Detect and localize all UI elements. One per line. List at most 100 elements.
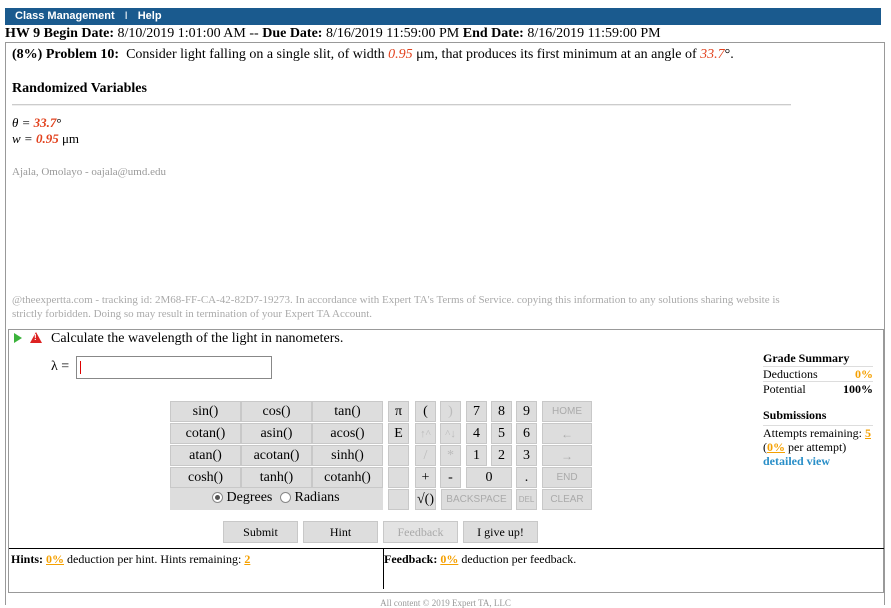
calc-acos-button[interactable]: acos() [312, 423, 383, 444]
calc-up-button[interactable]: ↑^ [415, 423, 436, 444]
expand-arrow-icon[interactable] [14, 333, 22, 343]
submit-button[interactable]: Submit [223, 521, 298, 543]
degrees-label: Degrees [226, 490, 273, 505]
calc-cotanh-button[interactable]: cotanh() [312, 467, 383, 488]
potential-label: Potential [763, 382, 806, 396]
nav-class-management[interactable]: Class Management [15, 8, 115, 25]
calc-backspace-button[interactable]: BACKSPACE [441, 489, 512, 510]
calc-clear-button[interactable]: CLEAR [542, 489, 592, 510]
calc-digit-3[interactable]: 3 [516, 445, 537, 466]
calc-digit-1[interactable]: 1 [466, 445, 487, 466]
theta-variable: θ = 33.7° [12, 115, 62, 131]
theta-unit: ° [56, 115, 62, 130]
degrees-option[interactable]: Degrees [212, 488, 272, 508]
angle-mode-row: Degrees Radians [170, 488, 383, 510]
hints-pct: 0% [46, 552, 65, 566]
assignment-dates: HW 9 Begin Date: 8/10/2019 1:01:00 AM --… [5, 26, 881, 42]
calc-tan-button[interactable]: tan() [312, 401, 383, 422]
hw-begin-label: HW 9 Begin Date: [5, 26, 115, 41]
calc-sinh-button[interactable]: sinh() [312, 445, 383, 466]
calc-digit-5[interactable]: 5 [491, 423, 512, 444]
feedback-label: Feedback: [384, 552, 438, 566]
w-variable: w = 0.95 μm [12, 131, 79, 147]
attempts-label: Attempts remaining: [763, 426, 862, 440]
due-label: Due Date: [262, 26, 323, 41]
problem-text-b: μm, that produces its first minimum at a… [416, 47, 697, 62]
calc-minus-button[interactable]: - [440, 467, 461, 488]
theta-value: 33.7 [33, 115, 57, 130]
feedback-info: Feedback: 0% deduction per feedback. [382, 548, 884, 589]
w-unit: μm [61, 131, 80, 146]
hint-button[interactable]: Hint [303, 521, 378, 543]
calc-digit-4[interactable]: 4 [466, 423, 487, 444]
degrees-radio[interactable] [212, 492, 223, 504]
per-attempt-value: 0% [767, 440, 785, 454]
deductions-label: Deductions [763, 367, 818, 381]
calc-sin-button[interactable]: sin() [170, 401, 241, 422]
calc-cosh-button[interactable]: cosh() [170, 467, 241, 488]
dash: -- [249, 26, 259, 41]
calc-rparen-button[interactable]: ) [440, 401, 461, 422]
tracking-notice: @theexpertta.com - tracking id: 2M68-FF-… [12, 294, 780, 320]
calc-digit-7[interactable]: 7 [466, 401, 487, 422]
calc-cos-button[interactable]: cos() [241, 401, 312, 422]
warning-icon: ! [30, 332, 42, 343]
calc-digit-6[interactable]: 6 [516, 423, 537, 444]
grade-summary-title: Grade Summary [763, 351, 850, 365]
answer-input[interactable] [76, 356, 272, 379]
nav-help[interactable]: Help [138, 8, 162, 25]
calc-tanh-button[interactable]: tanh() [241, 467, 312, 488]
w-symbol: w = [12, 131, 33, 146]
calc-left-arrow-button[interactable]: ← [542, 423, 592, 444]
radians-radio[interactable] [280, 492, 291, 504]
radians-label: Radians [294, 490, 340, 505]
calc-down-button[interactable]: ^↓ [440, 423, 461, 444]
author-line: Ajala, Omolayo - oajala@umd.edu [12, 166, 166, 178]
calc-digit-8[interactable]: 8 [491, 401, 512, 422]
calc-home-button[interactable]: HOME [542, 401, 592, 422]
calc-digit-2[interactable]: 2 [491, 445, 512, 466]
detailed-view-link[interactable]: detailed view [763, 454, 830, 468]
submissions-panel: Submissions Attempts remaining: 5 (0% pe… [763, 408, 873, 468]
problem-number: Problem 10: [45, 47, 120, 62]
angle-value: 33.7 [700, 47, 725, 62]
calc-digit-0[interactable]: 0 [466, 467, 512, 488]
hints-label: Hints: [11, 552, 44, 566]
calc-end-button[interactable]: END [542, 467, 592, 488]
potential-value: 100% [843, 382, 873, 396]
lambda-label: λ = [51, 359, 70, 374]
calc-plus-button[interactable]: + [415, 467, 436, 488]
calc-e-button[interactable]: E [388, 423, 409, 444]
calc-acotan-button[interactable]: acotan() [241, 445, 312, 466]
feedback-text: deduction per feedback. [461, 552, 577, 566]
slit-width-value: 0.95 [388, 47, 413, 62]
calc-divide-button[interactable]: / [415, 445, 436, 466]
theta-symbol: θ = [12, 115, 31, 130]
radians-option[interactable]: Radians [280, 488, 340, 508]
calc-sqrt-button[interactable]: √() [415, 489, 436, 510]
calc-blank-3 [388, 489, 409, 510]
due-date: 8/16/2019 11:59:00 PM [325, 26, 460, 41]
calc-lparen-button[interactable]: ( [415, 401, 436, 422]
grade-summary: Grade Summary Deductions 0% Potential 10… [763, 351, 873, 396]
end-date: 8/16/2019 11:59:00 PM [527, 26, 661, 41]
calc-atan-button[interactable]: atan() [170, 445, 241, 466]
calc-multiply-button[interactable]: * [440, 445, 461, 466]
calc-pi-button[interactable]: π [388, 401, 409, 422]
problem-statement: (8%) Problem 10: Consider light falling … [12, 46, 872, 64]
calc-del-button[interactable]: DEL [516, 489, 537, 510]
calc-cotan-button[interactable]: cotan() [170, 423, 241, 444]
top-nav-bar: Class Management I Help [5, 8, 881, 25]
question-text: Calculate the wavelength of the light in… [51, 331, 344, 346]
hints-remaining: 2 [244, 552, 251, 566]
calc-right-arrow-button[interactable]: → [542, 445, 592, 466]
calc-asin-button[interactable]: asin() [241, 423, 312, 444]
footer-copyright: All content © 2019 Expert TA, LLC [380, 598, 511, 608]
calc-blank-1 [388, 445, 409, 466]
give-up-button[interactable]: I give up! [463, 521, 538, 543]
text-caret [80, 361, 81, 374]
calc-digit-9[interactable]: 9 [516, 401, 537, 422]
feedback-button[interactable]: Feedback [383, 521, 458, 543]
end-label: End Date: [462, 26, 524, 41]
calc-decimal-button[interactable]: . [516, 467, 537, 488]
